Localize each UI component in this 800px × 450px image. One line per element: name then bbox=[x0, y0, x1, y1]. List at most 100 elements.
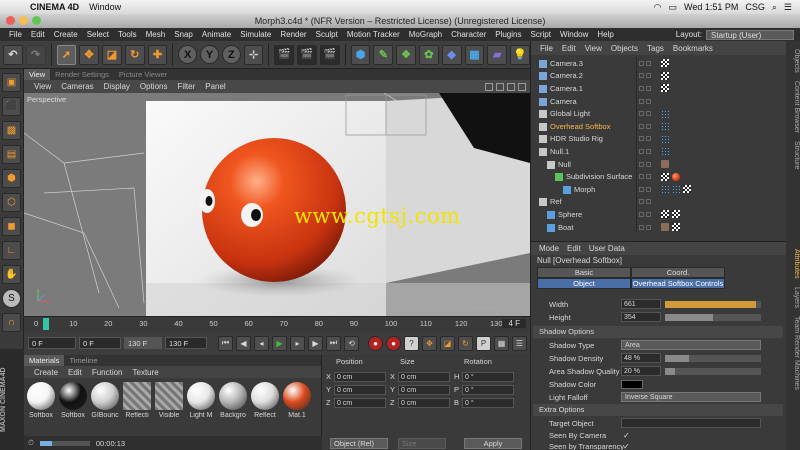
zoom-window-button[interactable] bbox=[32, 16, 41, 25]
scale-tool-icon[interactable]: ◪ bbox=[102, 44, 122, 65]
light-icon[interactable]: 💡 bbox=[510, 44, 530, 65]
xpresso-tag-icon[interactable] bbox=[661, 122, 669, 131]
viewport-menu-view[interactable]: View bbox=[34, 82, 51, 91]
material-item[interactable]: Softbox bbox=[58, 382, 88, 419]
width-slider[interactable] bbox=[665, 300, 761, 308]
key-param-icon[interactable]: P bbox=[476, 335, 491, 351]
size-z-field[interactable]: 0 cm bbox=[398, 397, 450, 408]
tweak-mode-icon[interactable]: ✋ bbox=[2, 265, 21, 284]
height-field[interactable]: 354 bbox=[621, 312, 661, 322]
search-icon[interactable]: ⌕ bbox=[772, 2, 777, 13]
editor-visibility-dot[interactable] bbox=[639, 98, 644, 104]
extra-options-section[interactable]: Extra Options bbox=[533, 404, 783, 416]
texture-tag-icon[interactable] bbox=[661, 59, 669, 68]
list-icon[interactable]: ☰ bbox=[784, 2, 792, 13]
xpresso-tag-icon[interactable] bbox=[661, 147, 669, 156]
min-frame-field[interactable]: 0 F bbox=[79, 337, 121, 349]
visibility-toggles[interactable] bbox=[639, 98, 651, 104]
target-object-field[interactable] bbox=[621, 418, 761, 428]
object-row[interactable]: Overhead Softbox bbox=[531, 120, 787, 133]
pen-icon[interactable]: ✎ bbox=[373, 44, 394, 65]
snap-icon[interactable]: S bbox=[2, 289, 21, 308]
render-settings-icon[interactable]: 🎬 bbox=[319, 44, 340, 65]
workplane-icon[interactable]: ▤ bbox=[2, 145, 21, 164]
edges-mode-icon[interactable]: ⬡ bbox=[2, 193, 21, 212]
timeline-menu-icon[interactable]: ☰ bbox=[512, 335, 527, 351]
loop-icon[interactable]: ⟲ bbox=[344, 335, 359, 351]
key-rotation-icon[interactable]: ↻ bbox=[458, 335, 473, 351]
deformer-icon[interactable]: ◆ bbox=[441, 44, 462, 65]
attribute-menu-edit[interactable]: Edit bbox=[567, 244, 581, 253]
z-axis-button[interactable]: Z bbox=[221, 45, 241, 64]
side-tab-objects[interactable]: Objects bbox=[793, 49, 800, 73]
seen-by-camera-checkbox[interactable]: ✓ bbox=[623, 431, 630, 440]
material-item[interactable]: Softbox bbox=[26, 382, 56, 419]
tab-basic[interactable]: Basic bbox=[537, 267, 631, 278]
menu-window[interactable]: Window bbox=[560, 30, 588, 39]
shadow-options-section[interactable]: Shadow Options bbox=[533, 326, 783, 338]
end-frame-field[interactable]: 130 F bbox=[165, 337, 207, 349]
viewport-menu-options[interactable]: Options bbox=[140, 82, 168, 91]
x-axis-button[interactable]: X bbox=[178, 45, 198, 64]
side-tab-content-browser[interactable]: Content Browser bbox=[793, 81, 800, 133]
editor-visibility-dot[interactable] bbox=[639, 136, 644, 142]
width-field[interactable]: 661 bbox=[621, 299, 661, 309]
visibility-toggles[interactable] bbox=[639, 161, 651, 167]
key-scale-icon[interactable]: ◪ bbox=[440, 335, 455, 351]
object-menu-edit[interactable]: Edit bbox=[562, 44, 576, 53]
material-item[interactable]: Visible bbox=[154, 382, 184, 419]
autokey-icon[interactable]: ● bbox=[386, 335, 401, 351]
layout-select[interactable]: Startup (User) bbox=[706, 29, 794, 40]
y-axis-button[interactable]: Y bbox=[200, 45, 219, 64]
render-visibility-dot[interactable] bbox=[646, 111, 651, 117]
battery-icon[interactable]: ▭ bbox=[668, 2, 677, 13]
editor-visibility-dot[interactable] bbox=[639, 186, 644, 192]
coordinate-system-icon[interactable]: ⊹ bbox=[243, 44, 264, 65]
polygons-mode-icon[interactable]: ◼ bbox=[2, 217, 21, 236]
editor-visibility-dot[interactable] bbox=[639, 148, 644, 154]
object-row[interactable]: Null.1 bbox=[531, 145, 787, 158]
menu-mesh[interactable]: Mesh bbox=[146, 30, 166, 39]
menu-help[interactable]: Help bbox=[597, 30, 613, 39]
close-window-button[interactable] bbox=[6, 16, 15, 25]
visibility-toggles[interactable] bbox=[639, 211, 651, 217]
menu-script[interactable]: Script bbox=[530, 30, 550, 39]
render-visibility-dot[interactable] bbox=[646, 123, 651, 129]
size-mode-select[interactable]: Size bbox=[398, 438, 446, 449]
clock[interactable]: Wed 1:51 PM bbox=[684, 2, 738, 12]
side-tab-layers[interactable]: Layers bbox=[793, 287, 800, 308]
go-to-start-icon[interactable]: ⏮ bbox=[218, 335, 233, 351]
select-tool-icon[interactable]: ➚ bbox=[56, 44, 77, 65]
editor-visibility-dot[interactable] bbox=[639, 161, 644, 167]
camera-icon[interactable]: ▰ bbox=[487, 44, 508, 65]
material-tag-icon[interactable] bbox=[672, 172, 680, 181]
visibility-toggles[interactable] bbox=[639, 73, 651, 79]
position-z-field[interactable]: 0 cm bbox=[334, 397, 386, 408]
render-visibility-dot[interactable] bbox=[646, 148, 651, 154]
render-visibility-dot[interactable] bbox=[646, 98, 651, 104]
render-picture-viewer-icon[interactable]: 🎬 bbox=[297, 44, 317, 65]
editor-visibility-dot[interactable] bbox=[639, 123, 644, 129]
mac-window-menu[interactable]: Window bbox=[89, 2, 121, 12]
texture-tag-icon[interactable] bbox=[661, 71, 669, 80]
minimize-window-button[interactable] bbox=[19, 16, 28, 25]
height-slider[interactable] bbox=[665, 313, 761, 321]
visibility-toggles[interactable] bbox=[639, 186, 651, 192]
timeline-ruler[interactable]: 0 10 20 30 40 50 60 70 80 90 100 110 120 130 4 F bbox=[24, 316, 530, 332]
visibility-toggles[interactable] bbox=[639, 111, 651, 117]
menu-sculpt[interactable]: Sculpt bbox=[316, 30, 338, 39]
side-tab-attributes[interactable]: Attributes bbox=[793, 249, 800, 279]
rotate-tool-icon[interactable]: ↻ bbox=[124, 44, 145, 65]
editor-visibility-dot[interactable] bbox=[639, 111, 644, 117]
shadow-type-select[interactable]: Area bbox=[621, 340, 761, 350]
menu-render[interactable]: Render bbox=[280, 30, 306, 39]
render-visibility-dot[interactable] bbox=[646, 60, 651, 66]
object-menu-tags[interactable]: Tags bbox=[647, 44, 664, 53]
render-visibility-dot[interactable] bbox=[646, 174, 651, 180]
rotation-p-field[interactable]: 0 ° bbox=[462, 384, 514, 395]
visibility-toggles[interactable] bbox=[639, 123, 651, 129]
texture-tag-icon[interactable] bbox=[661, 172, 669, 181]
size-x-field[interactable]: 0 cm bbox=[398, 371, 450, 382]
move-tool-icon[interactable]: ✥ bbox=[79, 44, 100, 65]
next-key-icon[interactable]: ▶ bbox=[308, 335, 323, 351]
